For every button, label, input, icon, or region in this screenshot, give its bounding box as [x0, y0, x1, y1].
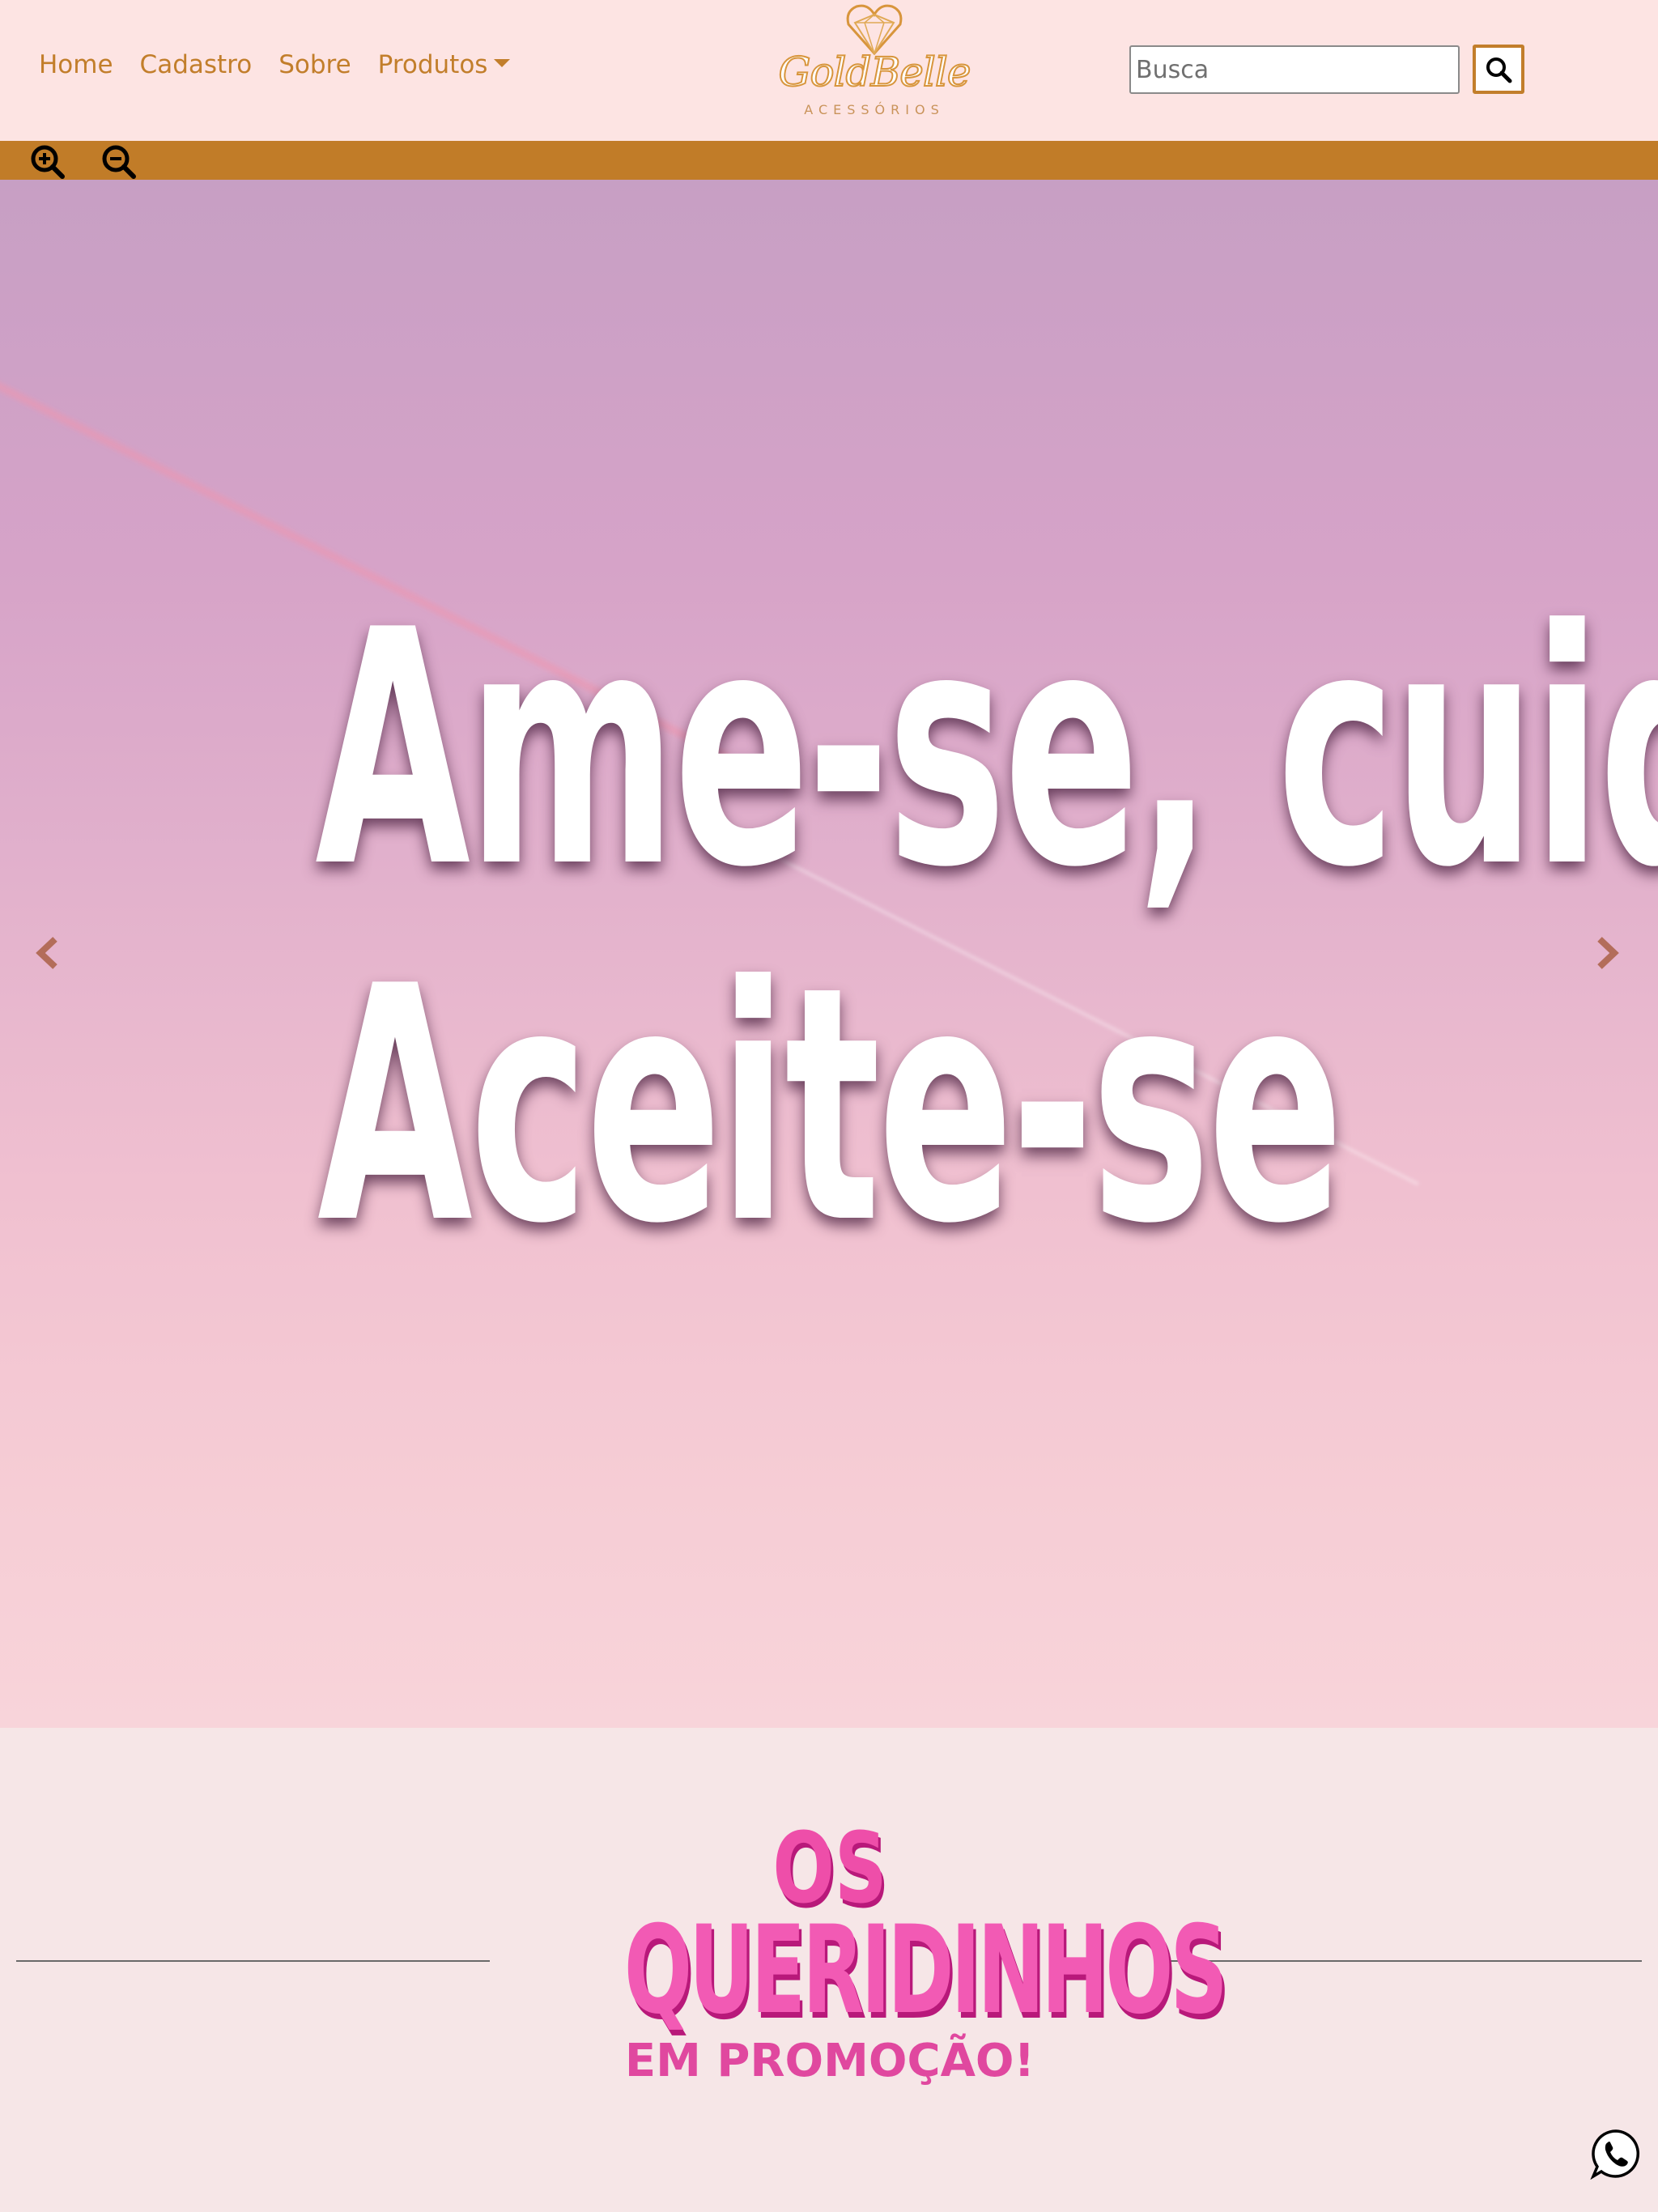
carousel-prev-button[interactable]: [29, 933, 70, 973]
section-divider-right: [1168, 1960, 1642, 1962]
promo-banner: OS QUERIDINHOS EM PROMOÇÃO!: [518, 1817, 1228, 2087]
nav-link-home[interactable]: Home: [39, 50, 113, 79]
whatsapp-icon: [1590, 2129, 1640, 2180]
hero-carousel: Ame-se, cuide-se, Aceite-se: [0, 180, 1658, 1728]
brand-logo[interactable]: GoldBelle ACESSÓRIOS: [761, 0, 988, 121]
whatsapp-button[interactable]: [1590, 2128, 1642, 2180]
nav-dropdown-produtos[interactable]: Produtos: [378, 50, 511, 79]
hero-headline-line1: Ame-se, cuide-se,: [315, 562, 1658, 938]
accessibility-zoom-bar: [0, 141, 1658, 180]
nav-link-cadastro[interactable]: Cadastro: [140, 50, 253, 79]
navbar: Home Cadastro Sobre Produtos GoldBelle A…: [0, 0, 1658, 141]
chevron-left-icon: [36, 937, 57, 969]
zoom-in-icon: [31, 145, 65, 179]
brand-subtitle: ACESSÓRIOS: [804, 102, 945, 117]
promo-subtitle: EM PROMOÇÃO!: [624, 2035, 1035, 2087]
caret-down-icon: [494, 58, 511, 67]
carousel-next-button[interactable]: [1585, 933, 1626, 973]
promo-section: OS QUERIDINHOS EM PROMOÇÃO!: [0, 1728, 1658, 2212]
hero-headline-line2: Aceite-se: [317, 918, 1344, 1295]
search-icon: [1486, 57, 1512, 83]
zoom-in-button[interactable]: [29, 143, 66, 181]
nav-dropdown-label: Produtos: [377, 50, 488, 79]
brand-wordmark: GoldBelle: [778, 48, 972, 96]
nav-links: Home Cadastro Sobre Produtos: [39, 50, 537, 79]
zoom-out-icon: [102, 145, 136, 179]
search-input[interactable]: [1129, 45, 1460, 94]
zoom-out-button[interactable]: [100, 143, 138, 181]
section-divider-left: [16, 1960, 490, 1962]
promo-title-line2: QUERIDINHOS: [623, 1900, 1228, 2041]
chevron-right-icon: [1597, 937, 1619, 969]
nav-link-sobre[interactable]: Sobre: [278, 50, 351, 79]
search-button[interactable]: [1473, 45, 1524, 94]
